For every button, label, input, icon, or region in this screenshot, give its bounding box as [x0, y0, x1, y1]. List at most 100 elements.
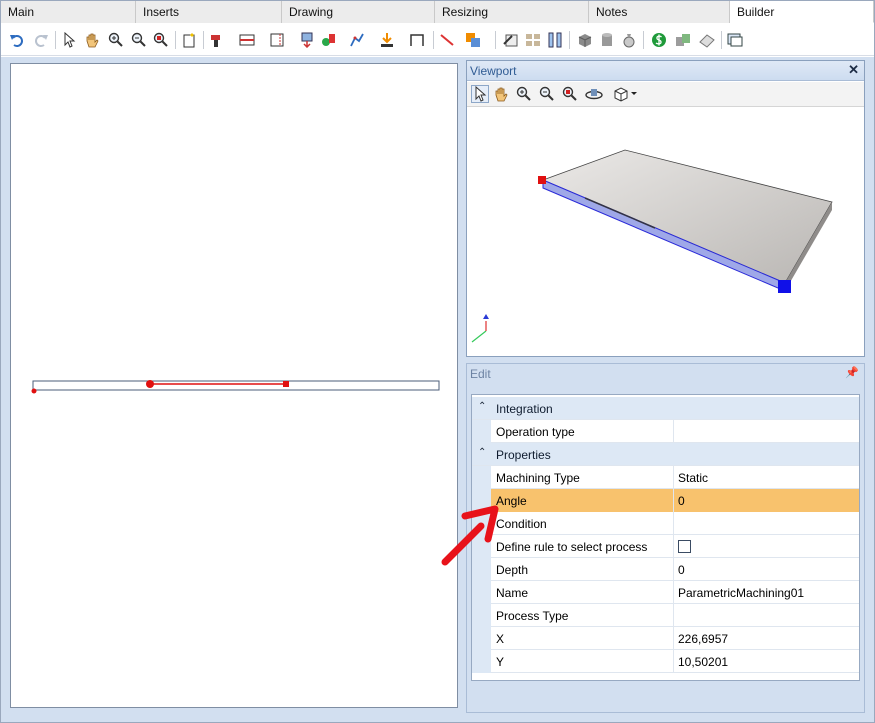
property-grid: ⌃ Integration Operation type ⌃ Propertie… — [471, 394, 860, 681]
property-name: Process Type — [491, 604, 674, 627]
tab-main[interactable]: Main — [1, 1, 136, 23]
edit-header: Edit 📌 — [467, 364, 864, 384]
drawing-canvas-svg — [31, 380, 440, 394]
redo-icon[interactable] — [33, 32, 49, 48]
property-row-define-rule[interactable]: Define rule to select process — [472, 535, 859, 558]
pan-icon[interactable] — [493, 86, 509, 102]
define-rule-checkbox[interactable] — [678, 540, 691, 553]
property-row-process-type[interactable]: Process Type — [472, 604, 859, 627]
zoom-extents-icon[interactable] — [562, 86, 578, 102]
edit-icon[interactable] — [503, 32, 519, 48]
property-row-name[interactable]: Name ParametricMachining01 — [472, 581, 859, 604]
close-icon[interactable]: ✕ — [848, 62, 859, 78]
columns-icon[interactable] — [547, 32, 563, 48]
drill-icon[interactable] — [209, 32, 225, 48]
toolbar-separator — [721, 31, 722, 49]
viewport-title: Viewport — [470, 64, 517, 78]
select-icon[interactable] — [61, 32, 77, 48]
property-value[interactable]: 0 — [674, 489, 859, 512]
property-row-angle[interactable]: Angle 0 — [472, 489, 859, 512]
property-value[interactable] — [674, 420, 859, 443]
edit-panel: Edit 📌 ⌃ Integration Operation type ⌃ Pr… — [466, 363, 865, 713]
3d-viewport-scene[interactable] — [467, 107, 864, 356]
toolbar-separator — [569, 31, 570, 49]
property-name: Operation type — [491, 420, 674, 443]
tab-label: Inserts — [143, 5, 180, 19]
tool-icon[interactable] — [321, 32, 337, 48]
collapse-icon[interactable]: ⌃ — [478, 401, 486, 412]
collapse-icon[interactable]: ⌃ — [478, 447, 486, 458]
property-row-operation-type[interactable]: Operation type — [472, 420, 859, 443]
drawing-canvas[interactable] — [10, 63, 458, 708]
cylinder-icon[interactable] — [599, 32, 615, 48]
zoom-in-icon[interactable] — [516, 86, 532, 102]
undo-icon[interactable] — [9, 32, 25, 48]
money-bag-icon[interactable] — [621, 32, 637, 48]
property-value[interactable]: Static — [674, 466, 859, 489]
property-name: Y — [491, 650, 674, 673]
insert-icon[interactable] — [299, 32, 315, 48]
property-row-condition[interactable]: Condition — [472, 512, 859, 535]
toolbar-separator — [643, 31, 644, 49]
tab-inserts[interactable]: Inserts — [136, 1, 282, 23]
tab-notes[interactable]: Notes — [589, 1, 730, 23]
frame-icon[interactable] — [269, 32, 285, 48]
property-name: Depth — [491, 558, 674, 581]
copy-icon[interactable] — [465, 32, 481, 48]
property-row-machining-type[interactable]: Machining Type Static — [472, 466, 859, 489]
tab-label: Drawing — [289, 5, 334, 19]
board-origin-handle[interactable] — [538, 176, 546, 184]
property-name: Machining Type — [491, 466, 674, 489]
orbit-icon[interactable] — [585, 86, 603, 102]
window-icon[interactable] — [727, 32, 743, 48]
property-value[interactable] — [674, 604, 859, 627]
zoom-in-icon[interactable] — [108, 32, 124, 48]
property-value[interactable]: 10,50201 — [674, 650, 859, 673]
path-icon[interactable] — [349, 32, 365, 48]
dimension-icon[interactable] — [409, 32, 425, 48]
toolbar-separator — [175, 31, 176, 49]
property-row-depth[interactable]: Depth 0 — [472, 558, 859, 581]
property-row-x[interactable]: X 226,6957 — [472, 627, 859, 650]
chevron-down-icon[interactable] — [631, 92, 637, 95]
line-icon[interactable] — [439, 32, 455, 48]
property-name: X — [491, 627, 674, 650]
tab-label: Resizing — [442, 5, 489, 19]
pan-icon[interactable] — [84, 32, 100, 48]
zoom-out-icon[interactable] — [539, 86, 555, 102]
panel-outline — [32, 380, 440, 391]
category-properties[interactable]: ⌃ Properties — [472, 443, 859, 466]
tab-resizing[interactable]: Resizing — [435, 1, 589, 23]
row-gutter — [472, 581, 491, 604]
tab-label: Notes — [596, 5, 628, 19]
property-value[interactable] — [674, 512, 859, 535]
property-value[interactable]: 0 — [674, 558, 859, 581]
ribbon-tab-bar: Main Inserts Drawing Resizing Notes Buil… — [1, 1, 874, 23]
select-icon[interactable] — [471, 85, 489, 103]
axis-y-line — [471, 330, 487, 343]
machining-end-handle[interactable] — [283, 381, 289, 387]
view-cube-icon[interactable] — [613, 86, 629, 102]
new-item-icon[interactable] — [181, 32, 197, 48]
grid-icon[interactable] — [525, 32, 541, 48]
machining-start-handle[interactable] — [146, 380, 154, 388]
tab-builder[interactable]: Builder — [730, 1, 874, 23]
dollar-icon[interactable] — [651, 32, 667, 48]
property-row-y[interactable]: Y 10,50201 — [472, 650, 859, 673]
property-value[interactable]: 226,6957 — [674, 627, 859, 650]
category-integration[interactable]: ⌃ Integration — [472, 397, 859, 420]
zoom-out-icon[interactable] — [131, 32, 147, 48]
property-name: Name — [491, 581, 674, 604]
eraser-icon[interactable] — [699, 32, 715, 48]
zoom-extents-icon[interactable] — [153, 32, 169, 48]
place-icon[interactable] — [379, 32, 395, 48]
pin-icon[interactable]: 📌 — [845, 366, 859, 379]
toolbar-separator — [495, 31, 496, 49]
box-icon[interactable] — [577, 32, 593, 48]
panel-icon[interactable] — [239, 32, 255, 48]
property-value[interactable]: ParametricMachining01 — [674, 581, 859, 604]
toolbar-separator — [203, 31, 204, 49]
board-end-handle[interactable] — [778, 280, 791, 293]
parts-icon[interactable] — [675, 32, 691, 48]
tab-drawing[interactable]: Drawing — [282, 1, 435, 23]
